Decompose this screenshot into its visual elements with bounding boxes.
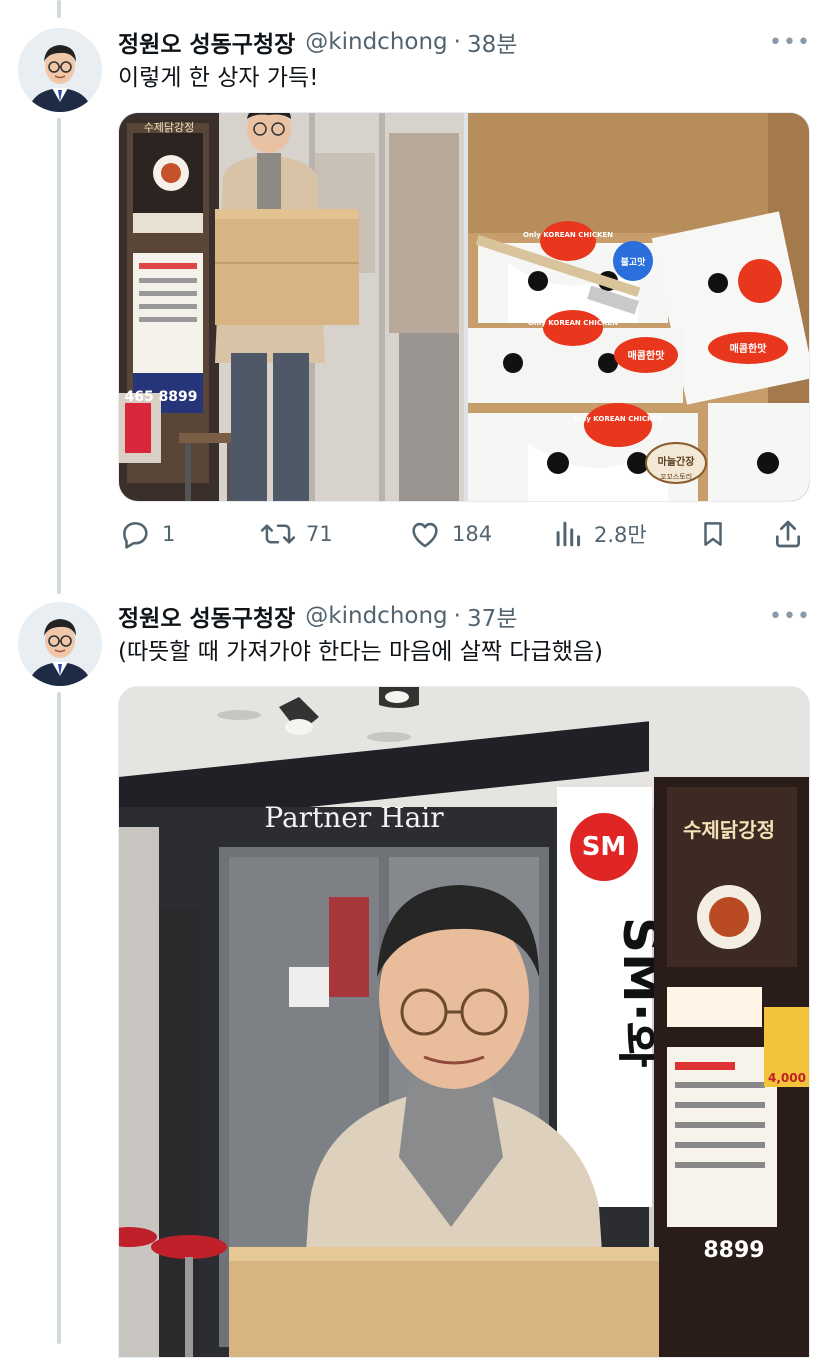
author-name[interactable]: 정원오 성동구청장: [118, 599, 295, 633]
box-label: Only KOREAN CHICKEN: [523, 231, 613, 239]
bookmark-button[interactable]: [698, 514, 728, 554]
price-tag: 4,000: [768, 1071, 806, 1085]
photo-street-scene: Partner Hair SM SM·화 수제닭강정 4,000 8899: [119, 687, 809, 1357]
author-handle[interactable]: @kindchong: [305, 603, 447, 629]
flavor-sticker: 불고맛: [621, 256, 647, 268]
like-count: 184: [452, 522, 493, 546]
box-label: Only KOREAN CHICKEN: [573, 415, 663, 423]
tweet-header: 정원오 성동구청장 @kindchong · 38분: [118, 24, 808, 60]
reply-icon: [123, 522, 148, 549]
poster-phone: 465 8899: [124, 389, 197, 405]
tweet[interactable]: 정원오 성동구청장 @kindchong · 38분 ••• 이렇게 한 상자 …: [0, 0, 828, 580]
salon-sign: Partner Hair: [264, 801, 444, 834]
retweet-count: 71: [306, 522, 333, 546]
tweet-media[interactable]: 수제닭강정 465 8899 Only KOREAN CHICKEN 불고맛 매…: [118, 112, 810, 502]
bookmark-icon: [704, 522, 722, 546]
svg-text:SM: SM: [582, 832, 627, 862]
timestamp[interactable]: 38분: [467, 25, 517, 59]
share-icon: [776, 520, 800, 548]
avatar[interactable]: [18, 602, 102, 686]
reply-count: 1: [162, 522, 176, 546]
author-handle[interactable]: @kindchong: [305, 29, 447, 55]
more-options-button[interactable]: •••: [769, 24, 811, 60]
more-icon: •••: [769, 603, 811, 629]
poster-phone: 8899: [703, 1238, 764, 1263]
photo-right-scene: Only KOREAN CHICKEN 불고맛 매콤한맛 Only KOREAN: [468, 113, 809, 501]
tweet-header: 정원오 성동구청장 @kindchong · 37분: [118, 598, 808, 634]
separator: ·: [453, 603, 461, 629]
views-icon: [556, 521, 581, 547]
more-options-button[interactable]: •••: [769, 598, 811, 634]
flavor-sticker: 마늘간장: [658, 455, 696, 468]
heart-icon: [412, 522, 438, 548]
flavor-sticker: 매콤한맛: [628, 349, 666, 362]
photo-man-with-box[interactable]: 수제닭강정 465 8899: [119, 113, 464, 501]
flavor-sticker: 매콤한맛: [730, 342, 768, 355]
timestamp[interactable]: 37분: [467, 599, 517, 633]
views-button[interactable]: 2.8만: [554, 514, 647, 554]
tweet-media[interactable]: Partner Hair SM SM·화 수제닭강정 4,000 8899: [118, 686, 810, 1358]
box-label: Only KOREAN CHICKEN: [528, 319, 618, 327]
reply-button[interactable]: 1: [118, 514, 175, 554]
like-button[interactable]: 184: [408, 514, 492, 554]
tweet-text: 이렇게 한 상자 가득!: [118, 65, 319, 91]
share-button[interactable]: [772, 514, 804, 554]
photo-chicken-boxes[interactable]: Only KOREAN CHICKEN 불고맛 매콤한맛 Only KOREAN: [468, 113, 809, 501]
avatar-portrait: [18, 602, 102, 686]
more-icon: •••: [769, 29, 811, 55]
poster-title: 수제닭강정: [144, 121, 195, 134]
photo-man-in-street[interactable]: Partner Hair SM SM·화 수제닭강정 4,000 8899: [119, 687, 809, 1357]
photo-left-scene: 수제닭강정 465 8899: [119, 113, 464, 501]
author-name[interactable]: 정원오 성동구청장: [118, 25, 295, 59]
avatar-portrait: [18, 28, 102, 112]
retweet-icon: [260, 524, 296, 544]
tweet-text: (따뜻할 때 가져가야 한다는 마음에 살짝 다급했음): [118, 639, 604, 665]
separator: ·: [453, 29, 461, 55]
tweet[interactable]: 정원오 성동구청장 @kindchong · 37분 ••• (따뜻할 때 가져…: [0, 580, 828, 1358]
views-count: 2.8만: [594, 523, 647, 547]
poster-title: 수제닭강정: [683, 818, 775, 842]
tweet-actions: 1 71 184 2.8만: [118, 514, 808, 554]
retweet-button[interactable]: 71: [260, 514, 333, 554]
avatar[interactable]: [18, 28, 102, 112]
brand-label: 꼬꼬스토리: [660, 472, 692, 481]
